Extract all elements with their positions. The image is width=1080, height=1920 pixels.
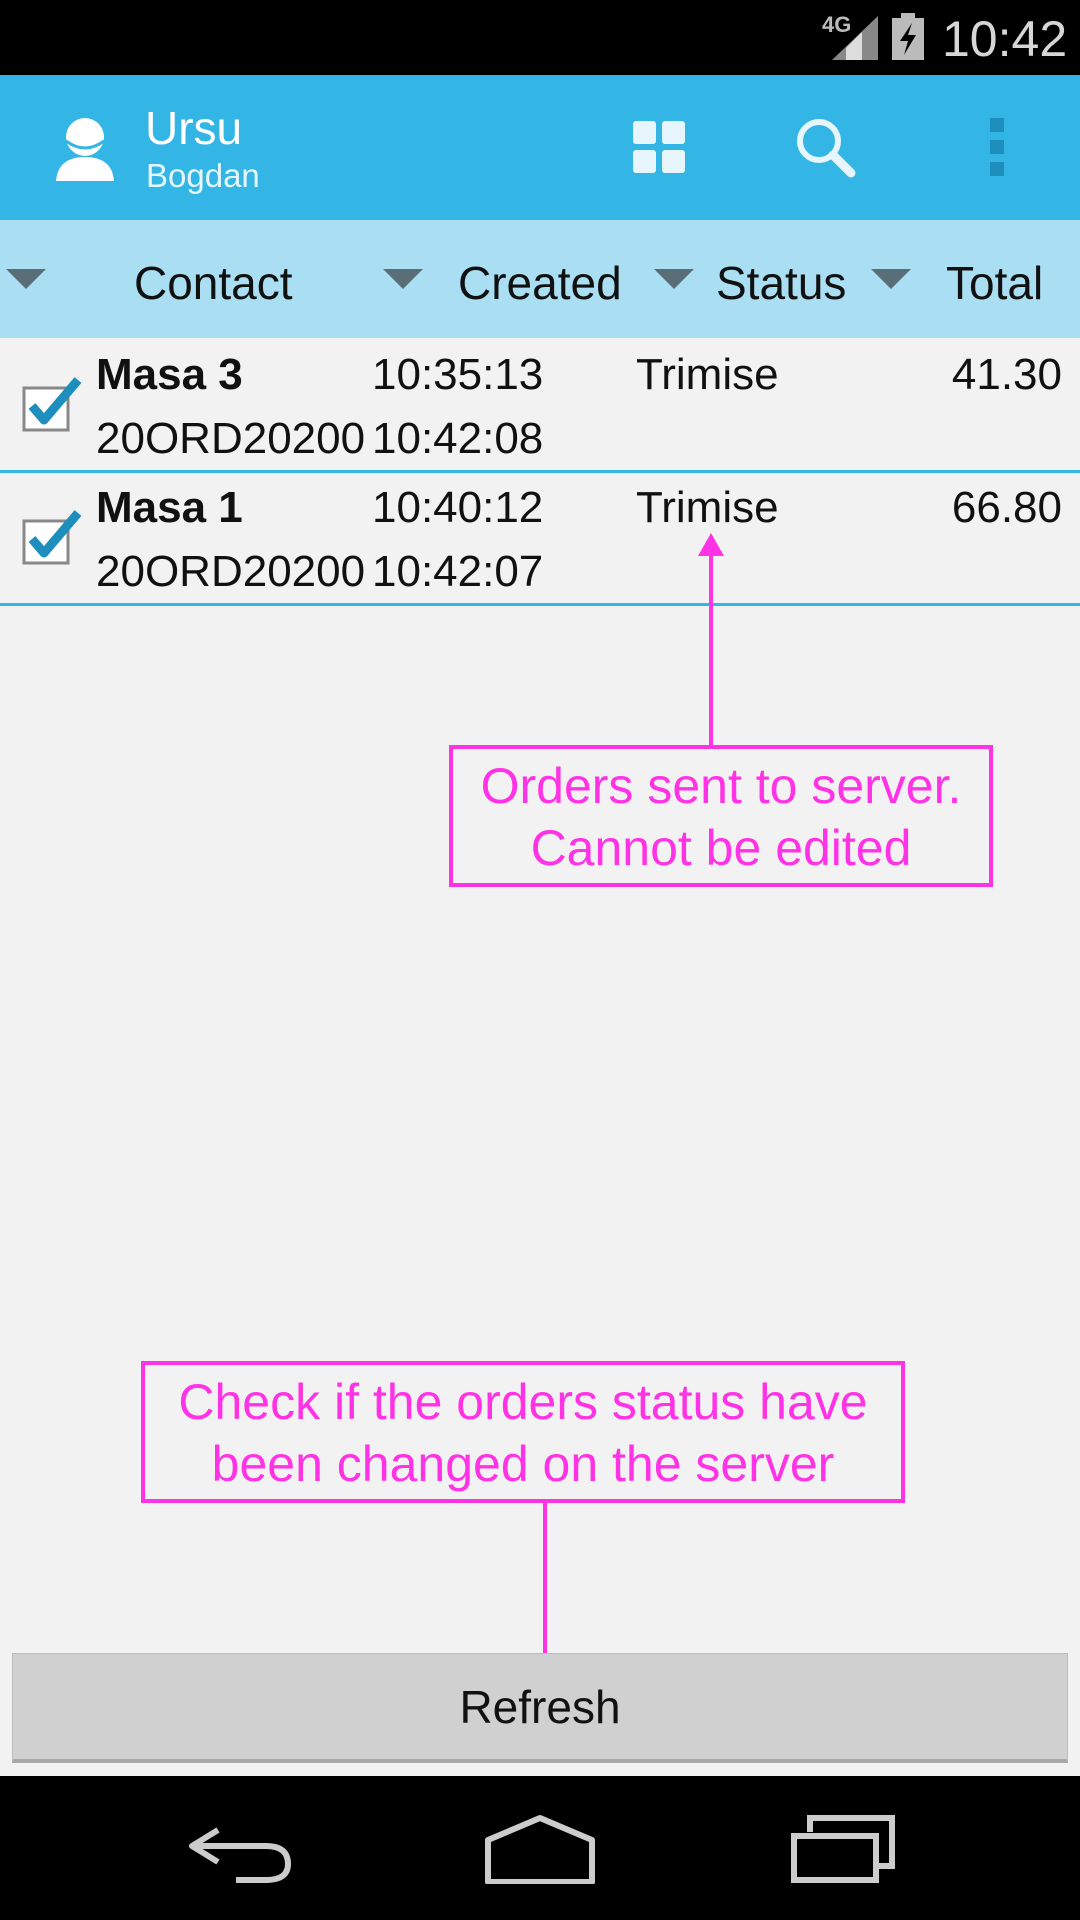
order-created-time: 10:35:13 — [372, 350, 544, 399]
order-updated-time: 10:42:07 — [372, 547, 544, 596]
annotation-check-status: Check if the orders status have been cha… — [141, 1361, 905, 1503]
order-code: 20ORD20200 — [96, 547, 366, 596]
battery-icon — [892, 13, 924, 60]
order-contact-name: Masa 1 — [96, 483, 243, 532]
recent-apps-icon[interactable] — [790, 1812, 896, 1884]
contact-sort-arrow-icon[interactable] — [6, 269, 46, 289]
column-contact[interactable]: Contact — [134, 256, 293, 310]
order-created-time: 10:40:12 — [372, 483, 544, 532]
created-sort-arrow-icon[interactable] — [383, 269, 423, 289]
total-sort-arrow-icon[interactable] — [871, 269, 911, 289]
annotation-orders-sent: Orders sent to server. Cannot be edited — [449, 745, 993, 887]
user-last-name: Bogdan — [146, 157, 260, 194]
search-icon[interactable] — [793, 115, 857, 179]
grid-icon[interactable] — [627, 115, 691, 179]
user-first-name: Ursu — [145, 102, 243, 154]
action-bar: Ursu Bogdan — [0, 75, 1080, 220]
order-code: 20ORD20200 — [96, 414, 366, 463]
order-total: 66.80 — [951, 483, 1062, 532]
refresh-button[interactable]: Refresh — [12, 1653, 1068, 1763]
order-contact-name: Masa 3 — [96, 350, 243, 399]
back-icon[interactable] — [188, 1812, 292, 1884]
order-updated-time: 10:42:08 — [372, 414, 544, 463]
checkbox-checked-icon[interactable] — [22, 509, 82, 565]
signal-icon — [832, 16, 878, 60]
order-row[interactable]: Masa 3 20ORD20200 10:35:13 10:42:08 Trim… — [0, 338, 1080, 473]
column-created[interactable]: Created — [458, 256, 622, 310]
navigation-bar — [0, 1776, 1080, 1920]
checkbox-checked-icon[interactable] — [22, 376, 82, 432]
annotation-orders-sent-line1: Orders sent to server. — [480, 758, 962, 814]
home-icon[interactable] — [484, 1812, 596, 1884]
annotation-orders-sent-line2: Cannot be edited — [530, 820, 912, 876]
status-sort-arrow-icon[interactable] — [654, 269, 694, 289]
column-status[interactable]: Status — [716, 256, 846, 310]
overflow-menu-icon[interactable] — [966, 115, 1026, 179]
order-total: 41.30 — [951, 350, 1062, 399]
status-bar: 4G 10:42 — [0, 0, 1080, 75]
order-row[interactable]: Masa 1 20ORD20200 10:40:12 10:42:07 Trim… — [0, 471, 1080, 606]
clock: 10:42 — [942, 11, 1068, 67]
annotation-check-status-line1: Check if the orders status have — [178, 1374, 868, 1430]
column-total[interactable]: Total — [946, 256, 1043, 310]
order-status: Trimise — [636, 483, 779, 532]
order-status: Trimise — [636, 350, 779, 399]
user-icon — [56, 118, 114, 181]
column-header: Contact Created Status Total — [0, 220, 1080, 338]
annotation-check-status-line2: been changed on the server — [211, 1436, 835, 1492]
